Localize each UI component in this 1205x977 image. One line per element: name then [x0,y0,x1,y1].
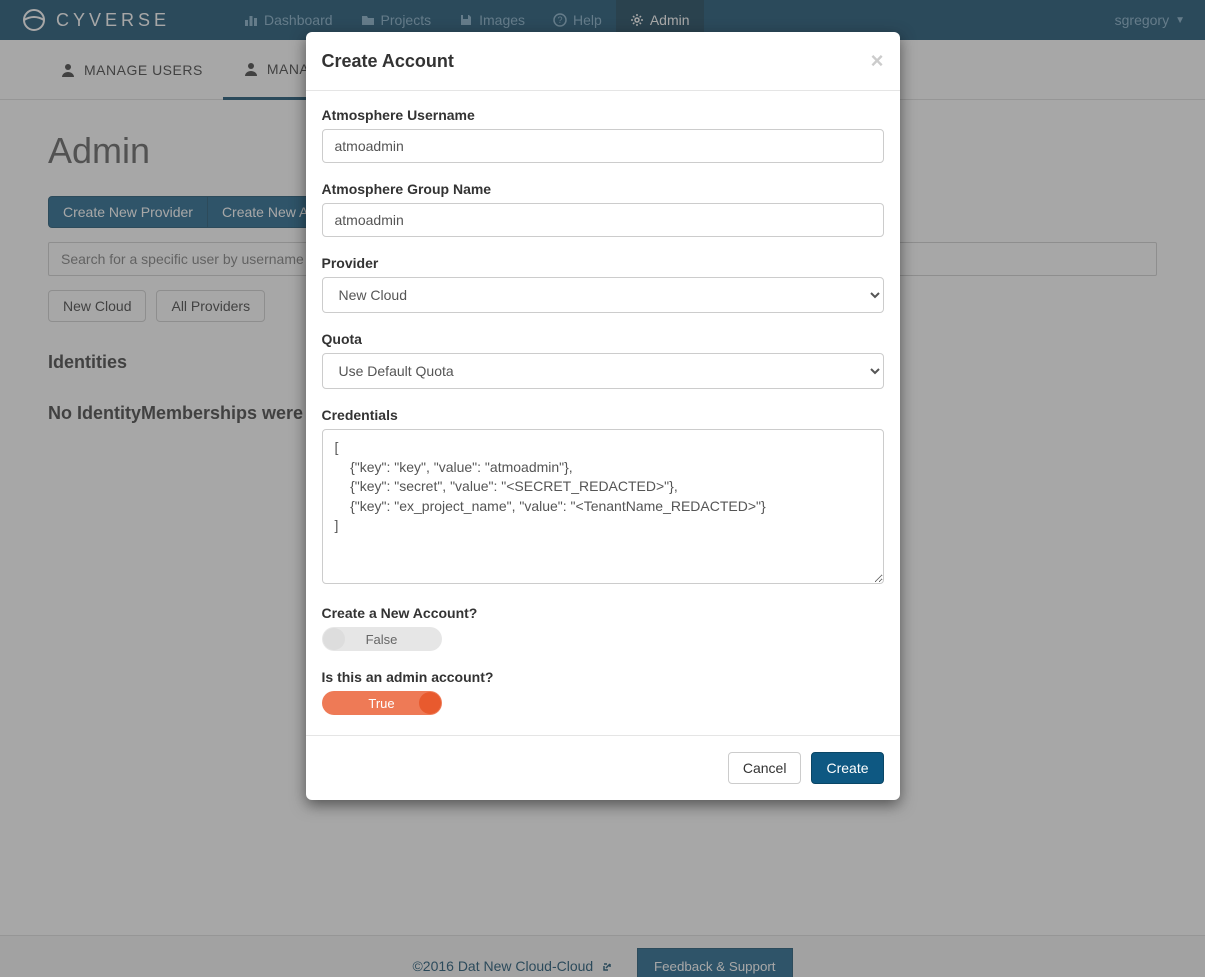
groupname-input[interactable] [322,203,884,237]
modal-header: Create Account × [306,32,900,91]
provider-label: Provider [322,255,884,271]
quota-label: Quota [322,331,884,347]
username-input[interactable] [322,129,884,163]
admin-account-label: Is this an admin account? [322,669,884,685]
create-account-modal: Create Account × Atmosphere Username Atm… [306,32,900,800]
quota-select[interactable]: Use Default Quota [322,353,884,389]
cancel-button[interactable]: Cancel [728,752,802,784]
username-label: Atmosphere Username [322,107,884,123]
modal-title: Create Account [322,51,454,72]
modal-overlay[interactable]: Create Account × Atmosphere Username Atm… [0,0,1205,977]
groupname-label: Atmosphere Group Name [322,181,884,197]
close-icon[interactable]: × [871,48,884,74]
toggle-knob [323,628,345,650]
create-new-account-label: Create a New Account? [322,605,884,621]
modal-footer: Cancel Create [306,735,900,800]
toggle-knob [419,692,441,714]
create-button[interactable]: Create [811,752,883,784]
credentials-label: Credentials [322,407,884,423]
create-new-account-toggle[interactable]: False [322,627,442,651]
provider-select[interactable]: New Cloud [322,277,884,313]
credentials-textarea[interactable]: [ {"key": "key", "value": "atmoadmin"}, … [322,429,884,584]
admin-account-toggle[interactable]: True [322,691,442,715]
modal-body: Atmosphere Username Atmosphere Group Nam… [306,91,900,735]
